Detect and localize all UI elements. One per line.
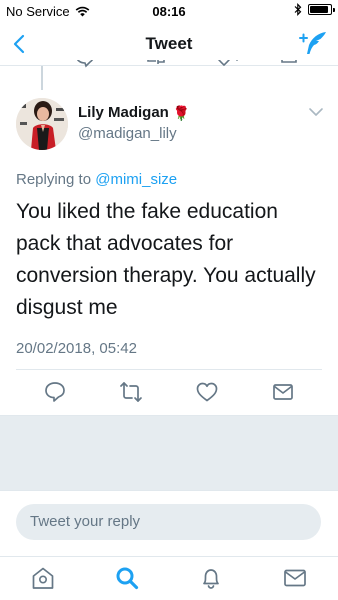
replying-prefix: Replying to — [16, 171, 92, 188]
divider — [16, 369, 322, 370]
replying-to: Replying to @mimi_size — [16, 171, 177, 188]
retweet-icon[interactable] — [146, 60, 166, 68]
avatar[interactable] — [16, 98, 68, 150]
tweet-timestamp: 20/02/2018, 05:42 — [16, 340, 137, 357]
status-bar: No Service 08:16 — [0, 0, 338, 22]
chevron-down-icon[interactable] — [308, 106, 324, 118]
reply-composer: Tweet your reply — [0, 490, 338, 556]
author-name[interactable]: Lily Madigan 🌹 — [78, 104, 190, 121]
battery-nub — [333, 8, 335, 12]
author-handle[interactable]: @madigan_lily — [78, 125, 177, 142]
tab-search[interactable] — [113, 564, 141, 592]
reply-icon[interactable] — [43, 380, 67, 404]
retweet-icon[interactable] — [119, 380, 143, 404]
author-name-text: Lily Madigan — [78, 104, 169, 121]
empty-replies-area — [0, 416, 338, 490]
like-icon[interactable] — [195, 380, 219, 404]
search-icon — [116, 567, 139, 590]
share-icon[interactable] — [280, 60, 298, 68]
home-icon — [32, 567, 54, 589]
thread-line — [41, 66, 43, 90]
reply-icon[interactable] — [74, 60, 96, 68]
tweet-text: You liked the fake education pack that a… — [16, 200, 316, 319]
replying-to-mention[interactable]: @mimi_size — [95, 171, 177, 188]
bell-icon — [203, 569, 219, 589]
tweet-actions — [0, 380, 338, 408]
share-message-icon[interactable] — [271, 380, 295, 404]
tab-notifications[interactable] — [197, 564, 225, 592]
tab-bar — [0, 556, 338, 600]
battery-icon — [308, 4, 335, 15]
rose-emoji: 🌹 — [172, 104, 191, 121]
tab-messages[interactable] — [281, 564, 309, 592]
status-right — [294, 3, 335, 16]
avatar-image — [16, 98, 68, 150]
status-time: 08:16 — [152, 4, 186, 19]
bluetooth-icon — [294, 3, 302, 16]
envelope-icon — [284, 569, 306, 587]
compose-tweet-icon[interactable] — [298, 30, 328, 58]
page-title: Tweet — [145, 34, 193, 53]
reply-input[interactable]: Tweet your reply — [16, 504, 321, 540]
tab-home[interactable] — [29, 564, 57, 592]
battery-level — [310, 6, 328, 13]
previous-tweet-actions — [0, 60, 338, 76]
like-icon[interactable] — [214, 60, 242, 68]
